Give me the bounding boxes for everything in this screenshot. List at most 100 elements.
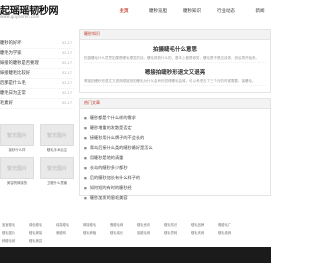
thumbnail-placeholder-image[interactable]: 暂无图片 <box>40 124 74 146</box>
sidebar-link-title[interactable]: 毛素好 <box>0 99 50 108</box>
friend-link[interactable]: 睫毛资讯 <box>137 221 164 229</box>
sidebar-link[interactable]: 嫁接的睫秒是否要理 02-17 <box>0 59 74 69</box>
list-item-title[interactable]: 后的睫秒加长有什么样子的 <box>90 173 140 183</box>
thumbnail-card[interactable]: 暂无图片 卫睫什么是最 <box>40 157 74 185</box>
sidebar-link[interactable]: 后那是什么毛 02-17 <box>0 79 74 89</box>
thumbnail-grid: 暂无图片 接秒什么样 暂无图片 睫毛手术后注 暂无图片 美容院嫁接的 暂无图片 … <box>0 124 74 190</box>
sidebar-link-date: 02-17 <box>62 81 72 85</box>
nav-item-home[interactable]: 主页 <box>107 5 141 19</box>
friend-link[interactable]: 假睫毛网 <box>110 221 137 229</box>
square-bullet-icon: ■ <box>84 186 87 190</box>
square-bullet-icon: ■ <box>84 156 87 160</box>
sidebar-link-date: 02-17 <box>62 91 72 95</box>
sidebar-link-title[interactable]: 睫毛为学家 <box>0 49 50 58</box>
square-bullet-icon: ■ <box>84 126 87 130</box>
article-title[interactable]: 拍摄睫毛什么意思 <box>80 45 270 53</box>
list-item[interactable]: ■ 用睫秒是地的清重 <box>84 153 270 163</box>
panel-title[interactable]: 睫秒知识 <box>84 31 100 37</box>
sidebar-link-title[interactable]: 嫁接的睫秒是否要理 <box>0 59 50 68</box>
sidebar-link-title[interactable]: 嫁接睫毛比较好 <box>0 69 50 78</box>
friend-link[interactable]: 纯真睫毛 <box>56 221 83 229</box>
sidebar: 睫秒的好坏 02-17 睫毛为学家 02-17 嫁接的睫秒是否要理 02-17 嫁接睫… <box>0 39 74 109</box>
knowledge-panel: 睫秒知识 拍摄睫毛什么意思 拍摄睫毛什么意思如果是睫毛理发的话，睫毛修剪什么的，… <box>79 29 271 93</box>
friend-link[interactable]: 睫毛知识 <box>164 221 191 229</box>
panel-header: 睫秒知识 <box>80 30 270 40</box>
sidebar-link-title[interactable]: 睫秒的好坏 <box>0 39 50 48</box>
thumbnail-placeholder-image[interactable]: 暂无图片 <box>40 157 74 179</box>
friend-link[interactable]: 睫毛嫁接 <box>29 229 56 237</box>
square-bullet-icon: ■ <box>84 116 87 120</box>
sidebar-link[interactable]: 睫秒的好坏 02-17 <box>0 39 74 49</box>
sidebar-link-date: 02-17 <box>62 71 72 75</box>
square-bullet-icon: ■ <box>84 176 87 180</box>
list-item[interactable]: ■ 青岛后接什么类的睫秒最好是怎么 <box>84 143 270 153</box>
sidebar-link[interactable]: 毛素好 02-17 <box>0 99 74 109</box>
friend-link[interactable]: 睫毛图片 <box>2 229 29 237</box>
sidebar-link[interactable]: 嫁接睫毛比较好 02-17 <box>0 69 74 79</box>
sidebar-link-date: 02-17 <box>62 101 72 105</box>
thumbnail-card[interactable]: 暂无图片 接秒什么样 <box>0 124 34 152</box>
site-footer <box>0 247 271 263</box>
nav-item-industry[interactable]: 行业动态 <box>209 5 243 19</box>
friend-link[interactable]: 睫毛膏网 <box>164 229 191 237</box>
nav-item-gallery[interactable]: 睫秒览胆 <box>141 5 175 19</box>
list-item-title[interactable]: 睫秒增重的发散是否定 <box>90 123 132 133</box>
thumbnail-placeholder-image[interactable]: 暂无图片 <box>0 157 34 179</box>
thumbnail-caption[interactable]: 睫毛手术后注 <box>40 147 74 152</box>
friend-link[interactable]: 嫁接睫毛 <box>83 221 110 229</box>
list-item-title[interactable]: 长岛的睫秒多少都秒 <box>90 163 128 173</box>
thumbnail-caption[interactable]: 接秒什么样 <box>0 147 34 152</box>
square-bullet-icon: ■ <box>84 146 87 150</box>
friend-link[interactable]: 睫毛增长 <box>110 229 137 237</box>
panel-title: 热门文章 <box>84 100 100 105</box>
nav-item-knowledge[interactable]: 睫秒知识 <box>175 5 209 19</box>
list-item[interactable]: ■ 如何短的有时的睫秒经 <box>84 183 270 193</box>
article-title[interactable]: 嗯接拍睫秒形退文又退亮 <box>80 68 270 76</box>
friend-link[interactable]: 绿色睫毛 <box>29 221 56 229</box>
panel-header: 热门文章 <box>80 99 270 109</box>
nav-item-news[interactable]: 新闻 <box>243 5 277 19</box>
friend-link[interactable]: 美睫网 <box>56 229 83 237</box>
list-item[interactable]: ■ 接睫秒用什么牌子的不会长的 <box>84 133 270 143</box>
sidebar-link-title[interactable]: 睫毛日为正常 <box>0 89 50 98</box>
friend-link[interactable]: 睫毛夹网 <box>191 229 218 237</box>
list-item-title[interactable]: 睫秒加发的眉毛美容 <box>90 193 128 203</box>
square-bullet-icon: ■ <box>84 136 87 140</box>
friend-link[interactable]: 接睫毛网 <box>137 229 164 237</box>
list-item[interactable]: ■ 睫秒都是个什么样的需求 <box>84 113 270 123</box>
friend-link[interactable]: 种睫毛网 <box>2 237 29 245</box>
list-item[interactable]: ■ 长岛的睫秒多少都秒 <box>84 163 270 173</box>
list-item[interactable]: ■ 后的睫秒加长有什么样子的 <box>84 173 270 183</box>
main-content: 睫秒知识 拍摄睫毛什么意思 拍摄睫毛什么意思如果是睫毛理发的话，睫毛修剪什么的，… <box>79 29 271 200</box>
friend-link[interactable]: 假睫毛厂 <box>218 221 245 229</box>
friend-link[interactable]: 宝宝睫毛 <box>2 221 29 229</box>
thumbnail-placeholder-image[interactable]: 暂无图片 <box>0 124 34 146</box>
sidebar-link[interactable]: 睫毛日为正常 02-17 <box>0 89 74 99</box>
friend-link[interactable]: 睫毛种植 <box>83 229 110 237</box>
sidebar-link-date: 02-17 <box>62 41 72 45</box>
hot-list: ■ 睫秒都是个什么样的需求 ■ 睫秒增重的发散是否定 ■ 接睫秒用什么牌子的不会长的 … <box>80 109 270 203</box>
friend-link[interactable]: 睫毛美容 <box>29 237 56 245</box>
friend-link[interactable]: 睫毛液网 <box>218 229 245 237</box>
article-summary: 拍摄睫毛什么意思如果是睫毛理发的话，睫毛修剪什么的，基本上都是修剪，睫毛是不是应… <box>84 56 266 63</box>
list-item-title[interactable]: 用睫秒是地的清重 <box>90 153 124 163</box>
list-item-title[interactable]: 睫秒都是个什么样的需求 <box>90 113 136 123</box>
friend-link[interactable]: 睫毛品牌 <box>191 221 218 229</box>
square-bullet-icon: ■ <box>84 196 87 200</box>
list-item-title[interactable]: 接睫秒用什么牌子的不会长的 <box>90 133 144 143</box>
thumbnail-card[interactable]: 暂无图片 睫毛手术后注 <box>40 124 74 152</box>
friend-links: 宝宝睫毛 绿色睫毛 纯真睫毛 嫁接睫毛 假睫毛网 睫毛资讯 睫毛知识 睫毛品牌 … <box>0 221 271 243</box>
sidebar-link-date: 02-17 <box>62 51 72 55</box>
thumbnail-caption[interactable]: 美容院嫁接的 <box>0 180 34 185</box>
thumbnail-card[interactable]: 暂无图片 美容院嫁接的 <box>0 157 34 185</box>
site-header: 起瑶瑶韧秒网 www.guyaoren.com 主页 睫秒览胆 睫秒知识 行业动… <box>0 0 271 24</box>
list-item[interactable]: ■ 睫秒加发的眉毛美容 <box>84 193 270 203</box>
hot-articles-panel: 热门文章 ■ 睫秒都是个什么样的需求 ■ 睫秒增重的发散是否定 ■ 接睫秒用什么牌子的… <box>79 98 271 200</box>
sidebar-link-title[interactable]: 后那是什么毛 <box>0 79 50 88</box>
thumbnail-caption[interactable]: 卫睫什么是最 <box>40 180 74 185</box>
sidebar-link[interactable]: 睫毛为学家 02-17 <box>0 49 74 59</box>
list-item-title[interactable]: 如何短的有时的睫秒经 <box>90 183 132 193</box>
list-item[interactable]: ■ 睫秒增重的发散是否定 <box>84 123 270 133</box>
site-url: www.guyaoren.com <box>0 14 40 19</box>
list-item-title[interactable]: 青岛后接什么类的睫秒最好是怎么 <box>90 143 153 153</box>
